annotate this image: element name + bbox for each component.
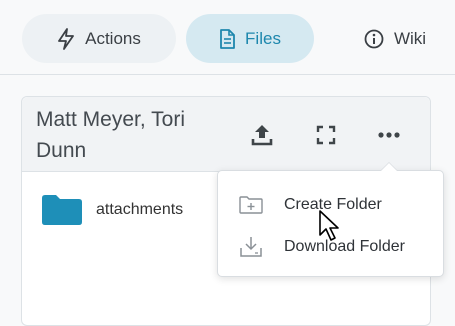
tab-files-label: Files — [245, 28, 281, 48]
more-icon — [378, 132, 400, 138]
lightning-icon — [58, 27, 75, 50]
list-item[interactable]: attachments — [42, 195, 183, 225]
download-icon — [238, 236, 264, 258]
tab-actions[interactable]: Actions — [22, 14, 176, 63]
upload-button[interactable] — [248, 121, 276, 149]
file-icon — [220, 28, 235, 49]
folder-add-icon — [238, 196, 264, 214]
tab-wiki-label: Wiki — [393, 28, 427, 48]
folder-name: attachments — [96, 201, 184, 218]
tab-files[interactable]: Files — [186, 14, 314, 63]
tab-actions-label: Actions — [85, 28, 141, 48]
panel-title: Matt Meyer, Tori Dunn — [36, 108, 185, 162]
info-icon — [364, 29, 384, 48]
panel-header: Matt Meyer, Tori Dunn — [22, 97, 430, 172]
expand-icon — [316, 125, 336, 145]
download-folder-label: Download Folder — [284, 238, 405, 255]
mouse-cursor-icon — [319, 210, 339, 241]
upload-icon — [251, 125, 273, 146]
tab-wiki[interactable]: Wiki — [334, 14, 455, 63]
expand-button[interactable] — [312, 121, 340, 149]
more-button[interactable] — [375, 121, 403, 149]
folder-icon — [42, 195, 82, 225]
top-tab-bar: Actions Files Wiki — [0, 0, 455, 75]
